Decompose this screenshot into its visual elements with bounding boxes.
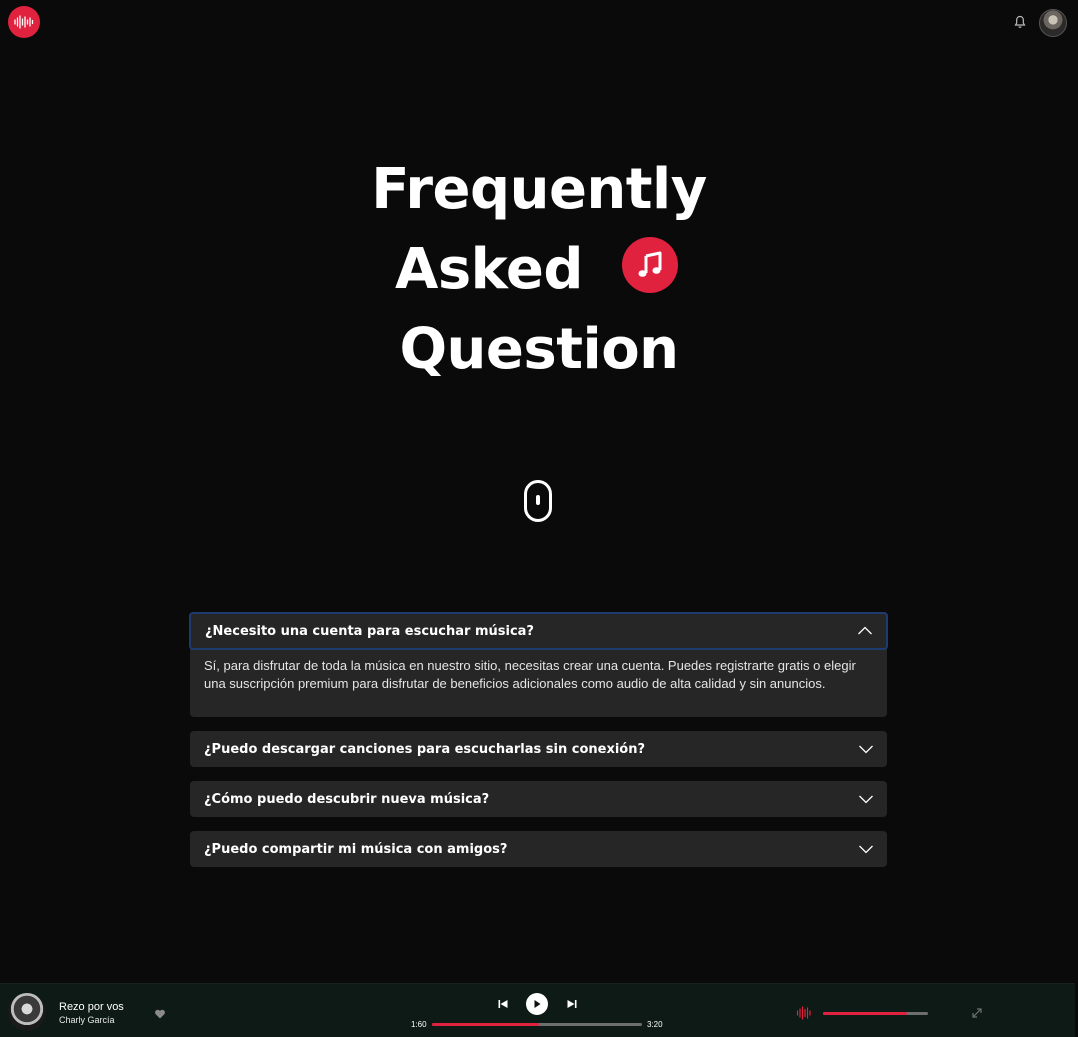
- faq-question-toggle[interactable]: ¿Cómo puedo descubrir nueva música?: [190, 781, 887, 817]
- soundwave-volume-icon[interactable]: [796, 1006, 812, 1020]
- chevron-down-icon: [859, 745, 873, 754]
- music-note-icon: [622, 237, 678, 293]
- faq-item: ¿Puedo descargar canciones para escuchar…: [190, 731, 887, 767]
- faq-question-toggle[interactable]: ¿Puedo compartir mi música con amigos?: [190, 831, 887, 867]
- current-time: 1:60: [411, 1020, 427, 1029]
- chevron-down-icon: [859, 795, 873, 804]
- faq-question-toggle[interactable]: ¿Puedo descargar canciones para escuchar…: [190, 731, 887, 767]
- soundwave-logo-icon[interactable]: [8, 6, 40, 38]
- album-cover[interactable]: [8, 993, 46, 1031]
- total-time: 3:20: [647, 1020, 663, 1029]
- top-bar: [0, 0, 1078, 46]
- play-icon: [534, 1000, 541, 1008]
- artist-name: Charly García: [59, 1015, 115, 1025]
- faq-question-text: ¿Puedo descargar canciones para escuchar…: [204, 741, 646, 757]
- previous-track-icon[interactable]: [497, 998, 509, 1010]
- faq-question-text: ¿Necesito una cuenta para escuchar músic…: [205, 623, 534, 639]
- faq-question-text: ¿Cómo puedo descubrir nueva música?: [204, 791, 490, 807]
- chevron-up-icon: [858, 626, 872, 635]
- volume-fill: [823, 1012, 907, 1015]
- song-title: Rezo por vos: [59, 1001, 124, 1013]
- faq-item: ¿Cómo puedo descubrir nueva música?: [190, 781, 887, 817]
- next-track-icon[interactable]: [566, 998, 578, 1010]
- heart-icon[interactable]: [154, 1008, 166, 1020]
- mouse-scroll-icon[interactable]: [524, 480, 552, 522]
- faq-question-text: ¿Puedo compartir mi música con amigos?: [204, 841, 508, 857]
- volume-slider[interactable]: [823, 1012, 928, 1015]
- play-button[interactable]: [526, 993, 548, 1015]
- faq-item: ¿Puedo compartir mi música con amigos?: [190, 831, 887, 867]
- mouse-wheel: [536, 495, 540, 505]
- hero-line-question: Question: [399, 317, 679, 382]
- progress-bar[interactable]: [432, 1023, 642, 1026]
- music-player-bar: Rezo por vos Charly García 1:60 3:20: [0, 983, 1075, 1037]
- faq-item: ¿Necesito una cuenta para escuchar músic…: [189, 612, 888, 717]
- user-avatar[interactable]: [1039, 9, 1067, 37]
- faq-list: ¿Necesito una cuenta para escuchar músic…: [189, 612, 888, 881]
- hero-line-asked: Asked: [395, 237, 583, 302]
- faq-question-toggle[interactable]: ¿Necesito una cuenta para escuchar músic…: [189, 612, 888, 650]
- hero-line-frequently: Frequently: [371, 157, 707, 222]
- chevron-down-icon: [859, 845, 873, 854]
- progress-fill: [432, 1023, 540, 1026]
- faq-hero-title: Frequently Asked Question: [0, 150, 1078, 390]
- faq-answer-text: Sí, para disfrutar de toda la música en …: [204, 658, 856, 691]
- bell-icon[interactable]: [1012, 14, 1028, 30]
- expand-icon[interactable]: [971, 1007, 983, 1019]
